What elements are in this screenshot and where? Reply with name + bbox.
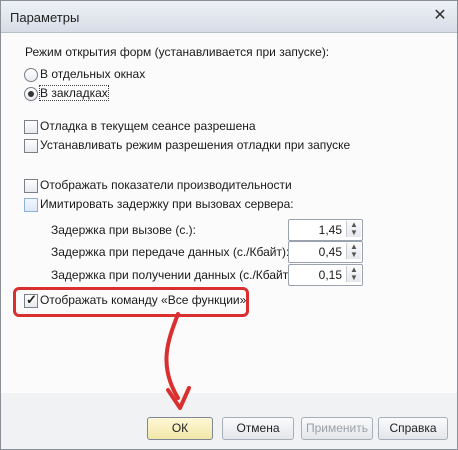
ok-button[interactable]: ОК	[147, 417, 213, 440]
call-delay-spinner-icon[interactable]: ▲ ▼	[346, 221, 361, 237]
dialog-content: Режим открытия форм (устанавливается при…	[1, 33, 457, 393]
call-delay-value: 1,45	[318, 223, 342, 237]
send-delay-label: Задержка при передаче данных (с./Кбайт):	[51, 245, 290, 259]
call-delay-field[interactable]: 1,45 ▲ ▼	[288, 219, 363, 241]
receive-delay-spinner-icon[interactable]: ▲ ▼	[346, 266, 361, 282]
receive-delay-label: Задержка при получении данных (с./Кбайт)…	[51, 268, 296, 282]
send-delay-spinner-icon[interactable]: ▲ ▼	[346, 243, 361, 259]
cancel-button[interactable]: Отмена	[222, 417, 294, 440]
dialog-title: Параметры	[10, 10, 80, 25]
send-delay-field[interactable]: 0,45 ▲ ▼	[288, 241, 363, 263]
radio-tabs[interactable]	[24, 87, 38, 101]
debug-allowed-checkbox[interactable]	[24, 120, 38, 134]
radio-separate-windows-label[interactable]: В отдельных окнах	[40, 67, 145, 81]
annotation-highlight-box	[13, 287, 249, 317]
help-button[interactable]: Справка	[378, 417, 448, 440]
debug-on-start-label[interactable]: Устанавливать режим разрешения отладки п…	[40, 138, 350, 152]
radio-separate-windows[interactable]	[24, 68, 38, 82]
show-performance-checkbox[interactable]	[24, 179, 38, 193]
title-bar: Параметры ✕	[1, 1, 457, 33]
send-delay-value: 0,45	[318, 245, 342, 259]
receive-delay-field[interactable]: 0,15 ▲ ▼	[288, 264, 363, 286]
radio-selected-dot	[28, 91, 34, 97]
apply-button[interactable]: Применить	[301, 417, 373, 440]
simulate-delay-label[interactable]: Имитировать задержку при вызовах сервера…	[40, 197, 294, 211]
close-icon[interactable]: ✕	[431, 7, 449, 25]
receive-delay-value: 0,15	[318, 268, 342, 282]
parameters-dialog: Параметры ✕ Режим открытия форм (устанав…	[0, 0, 458, 450]
radio-tabs-label[interactable]: В закладках	[39, 85, 109, 101]
call-delay-label: Задержка при вызове (с.):	[51, 223, 196, 237]
dialog-footer: ОК Отмена Применить Справка	[1, 393, 457, 449]
show-performance-label[interactable]: Отображать показатели производительности	[40, 178, 292, 192]
debug-allowed-label[interactable]: Отладка в текущем сеансе разрешена	[40, 119, 256, 133]
form-open-mode-heading: Режим открытия форм (устанавливается при…	[25, 45, 330, 59]
debug-on-start-checkbox[interactable]	[24, 139, 38, 153]
simulate-delay-checkbox[interactable]	[24, 198, 38, 212]
